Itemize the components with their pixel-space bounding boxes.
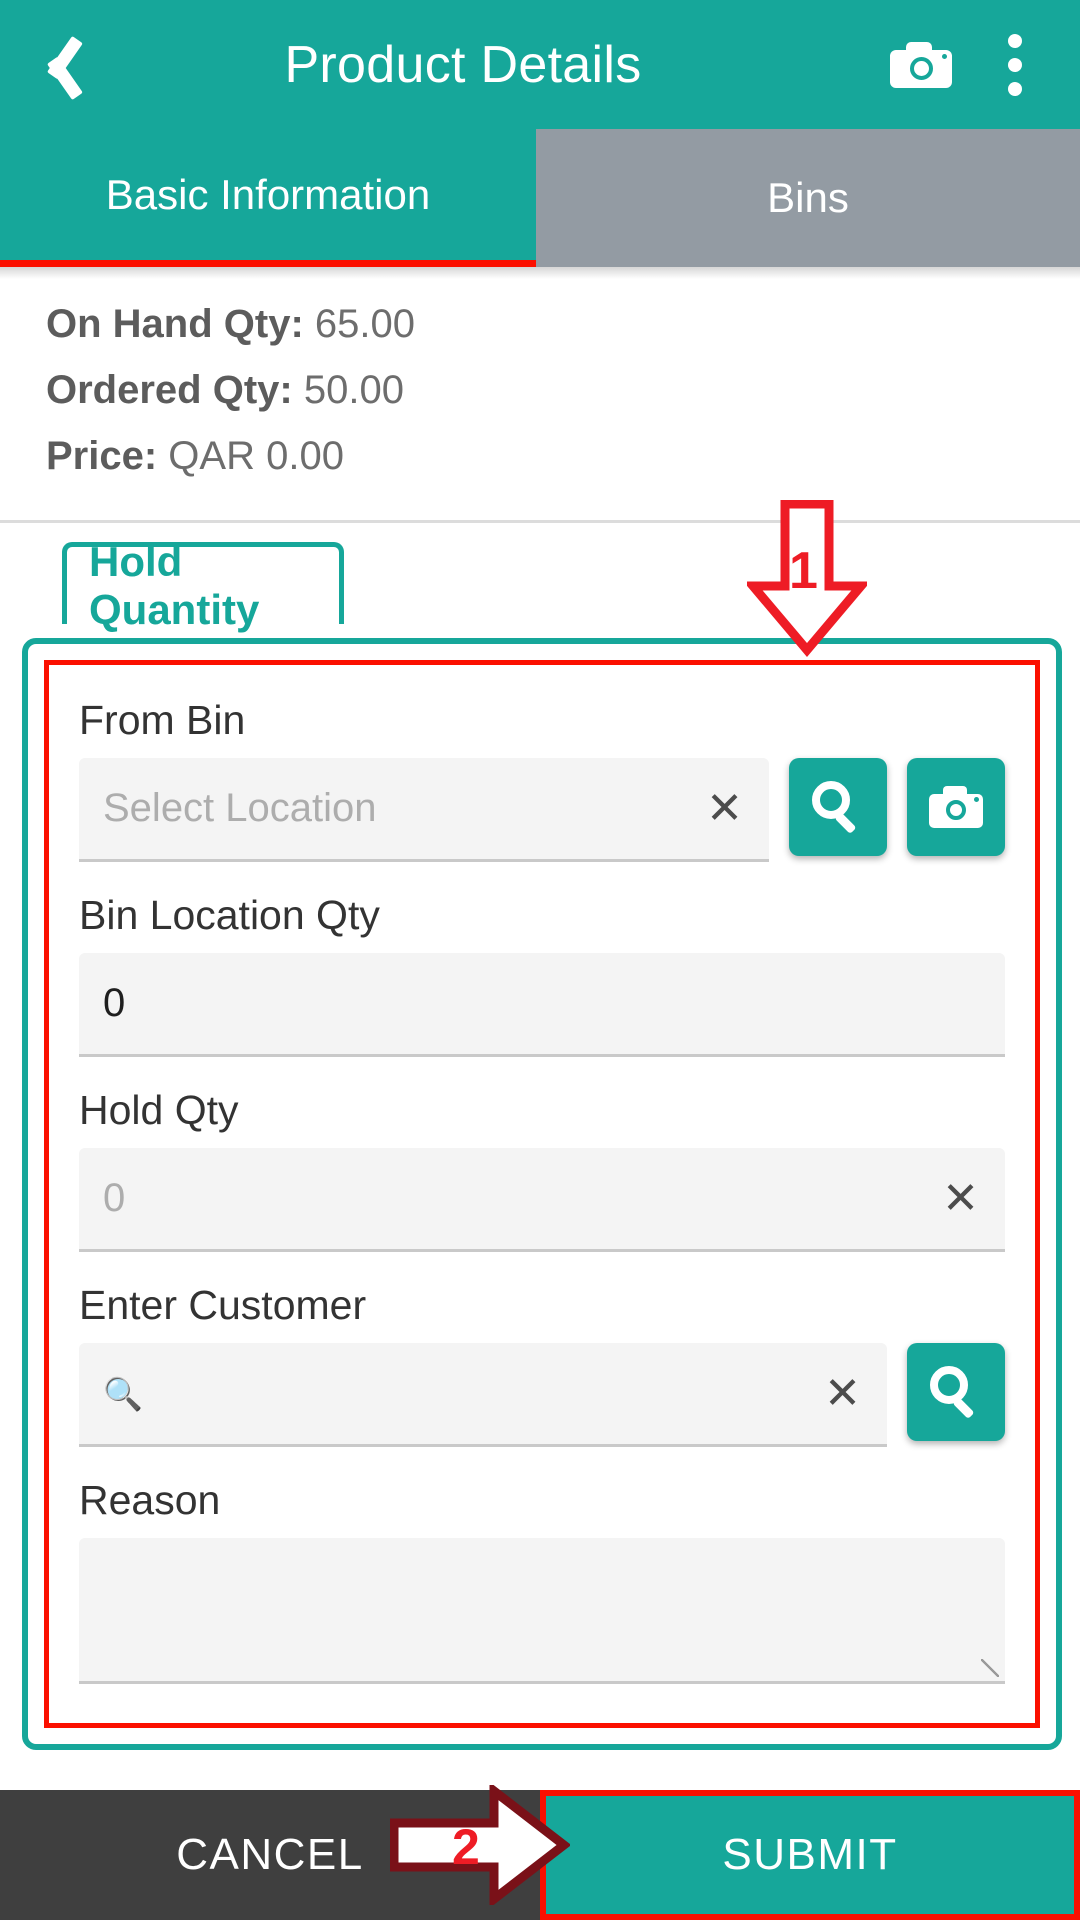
hold-quantity-card-highlight: From Bin Select Location ✕ Bin Location … <box>44 660 1040 1728</box>
tab-bins-label: Bins <box>767 174 849 221</box>
from-bin-search-button[interactable] <box>789 758 887 856</box>
bin-location-qty-row: 0 <box>79 953 1005 1057</box>
hold-qty-label: Hold Qty <box>79 1087 239 1133</box>
search-icon: 🔍 <box>103 1375 143 1412</box>
bin-location-qty-value: 0 <box>103 981 126 1025</box>
app-bar: Product Details <box>0 0 1080 129</box>
hold-qty-placeholder: 0 <box>103 1176 126 1220</box>
resize-grip-icon[interactable] <box>981 1659 999 1677</box>
hold-qty-input[interactable]: 0 ✕ <box>79 1148 1005 1252</box>
page-title: Product Details <box>284 35 642 94</box>
search-icon <box>812 781 864 834</box>
bin-location-qty-group: Bin Location Qty 0 <box>79 892 1005 1057</box>
enter-customer-input[interactable]: 🔍 ✕ <box>79 1343 887 1447</box>
hold-quantity-card: From Bin Select Location ✕ Bin Location … <box>22 638 1062 1750</box>
overflow-menu-button[interactable] <box>972 0 1058 129</box>
hold-quantity-form: From Bin Select Location ✕ Bin Location … <box>49 665 1035 1723</box>
reason-label: Reason <box>79 1477 221 1523</box>
tab-basic-information[interactable]: Basic Information <box>0 129 536 267</box>
camera-button[interactable] <box>878 0 964 129</box>
on-hand-qty-row: On Hand Qty: 65.00 <box>46 291 1080 357</box>
from-bin-row: Select Location ✕ <box>79 758 1005 862</box>
search-icon <box>930 1366 982 1419</box>
reason-textarea[interactable] <box>79 1538 1005 1684</box>
ordered-qty-value: 50.00 <box>303 368 404 412</box>
hold-qty-group: Hold Qty 0 ✕ <box>79 1087 1005 1252</box>
ordered-qty-row: Ordered Qty: 50.00 <box>46 357 1080 423</box>
from-bin-camera-button[interactable] <box>907 758 1005 856</box>
tab-bins[interactable]: Bins <box>536 129 1080 267</box>
product-info-block: On Hand Qty: 65.00 Ordered Qty: 50.00 Pr… <box>0 279 1080 489</box>
enter-customer-row: 🔍 ✕ <box>79 1343 1005 1447</box>
bin-location-qty-input[interactable]: 0 <box>79 953 1005 1057</box>
enter-customer-search-button[interactable] <box>907 1343 1005 1441</box>
section-divider <box>0 520 1080 523</box>
hold-qty-clear-icon[interactable]: ✕ <box>942 1176 979 1221</box>
price-value: QAR 0.00 <box>168 434 344 478</box>
price-row: Price: QAR 0.00 <box>46 423 1080 489</box>
hold-qty-row: 0 ✕ <box>79 1148 1005 1252</box>
submit-button-label: SUBMIT <box>722 1830 898 1879</box>
from-bin-label: From Bin <box>79 697 246 743</box>
camera-icon <box>890 41 952 88</box>
price-label: Price: <box>46 434 158 478</box>
annotation-arrow-2 <box>390 1785 570 1905</box>
bin-location-qty-label: Bin Location Qty <box>79 892 380 938</box>
from-bin-group: From Bin Select Location ✕ <box>79 697 1005 862</box>
annotation-step-1-number: 1 <box>789 542 818 600</box>
screen-root: Product Details Basic Information Bins O… <box>0 0 1080 1920</box>
tab-basic-information-label: Basic Information <box>105 170 431 218</box>
from-bin-clear-icon[interactable]: ✕ <box>706 786 743 831</box>
tab-bar: Basic Information Bins <box>0 129 1080 267</box>
enter-customer-group: Enter Customer 🔍 ✕ <box>79 1282 1005 1447</box>
hold-quantity-tab-label: Hold Quantity <box>89 537 260 633</box>
enter-customer-label: Enter Customer <box>79 1282 367 1328</box>
enter-customer-clear-icon[interactable]: ✕ <box>824 1371 861 1416</box>
on-hand-qty-label: On Hand Qty: <box>46 302 304 346</box>
more-vertical-icon <box>1008 33 1022 96</box>
back-chevron-icon <box>39 28 79 102</box>
submit-button[interactable]: SUBMIT <box>540 1790 1080 1920</box>
from-bin-input[interactable]: Select Location ✕ <box>79 758 769 862</box>
back-button[interactable] <box>0 0 118 129</box>
cancel-button-label: CANCEL <box>176 1830 364 1879</box>
app-bar-actions <box>878 0 1080 129</box>
reason-group: Reason <box>79 1477 1005 1684</box>
hold-quantity-tab[interactable]: Hold Quantity <box>62 538 344 633</box>
tab-bar-shadow <box>0 267 1080 279</box>
annotation-step-2-number: 2 <box>452 1819 480 1875</box>
on-hand-qty-value: 65.00 <box>314 302 416 346</box>
from-bin-placeholder: Select Location <box>103 786 377 830</box>
camera-icon <box>929 786 983 828</box>
ordered-qty-label: Ordered Qty: <box>46 368 293 412</box>
